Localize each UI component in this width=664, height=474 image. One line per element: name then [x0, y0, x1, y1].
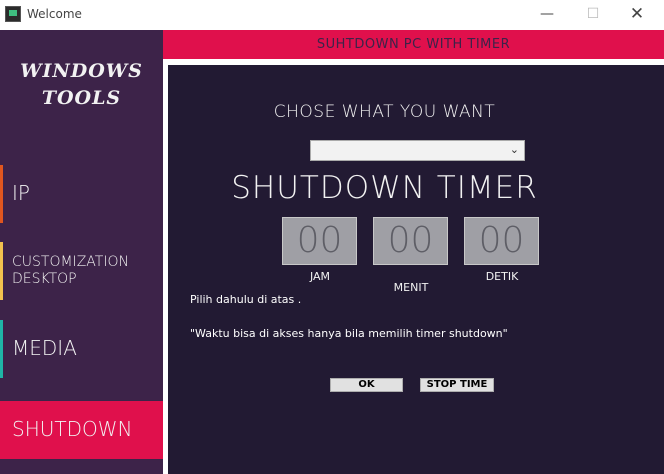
hours-value: 00 [296, 220, 343, 261]
sidebar: WINDOWS TOOLS IP CUSTOMIZATION DESKTOP M… [0, 30, 163, 474]
sidebar-item-accent [0, 242, 3, 300]
hours-field[interactable]: 00 [282, 217, 357, 265]
page-title: SUHTDOWN PC WITH TIMER [316, 37, 511, 52]
timer-title: SHUTDOWN TIMER [231, 170, 538, 206]
sidebar-item-label: SHUTDOWN [12, 417, 133, 441]
window-titlebar: Welcome — ☐ ✕ [0, 0, 664, 29]
option-select[interactable]: ⌄ [310, 140, 525, 161]
seconds-label: DETIK [485, 270, 519, 283]
main-panel: CHOSE WHAT YOU WANT ⌄ SHUTDOWN TIMER 00 … [168, 65, 664, 474]
brand-line-2: TOOLS [41, 87, 122, 109]
sidebar-item-label-line-2: DESKTOP [12, 271, 77, 287]
brand-logo: WINDOWS TOOLS [0, 58, 163, 112]
sidebar-item-label: CUSTOMIZATION DESKTOP [12, 254, 129, 288]
app-icon [5, 6, 21, 22]
close-button[interactable]: ✕ [614, 0, 660, 29]
ok-button[interactable]: OK [330, 378, 403, 392]
sidebar-item-customization[interactable]: CUSTOMIZATION DESKTOP [0, 242, 163, 300]
brand-line-1: WINDOWS [20, 60, 143, 82]
sidebar-item-label: IP [12, 181, 30, 205]
sidebar-item-media[interactable]: MEDIA [0, 320, 163, 378]
hours-label: JAM [309, 270, 331, 283]
sidebar-item-accent [0, 165, 3, 223]
minimize-button[interactable]: — [524, 0, 570, 29]
seconds-field[interactable]: 00 [464, 217, 539, 265]
sidebar-item-label-line-1: CUSTOMIZATION [12, 254, 129, 270]
stop-time-button[interactable]: STOP TIME [420, 378, 494, 392]
maximize-button[interactable]: ☐ [570, 0, 616, 29]
minutes-label: MENIT [393, 281, 429, 294]
sidebar-item-shutdown[interactable]: SHUTDOWN [0, 401, 163, 459]
minutes-value: 00 [387, 220, 434, 261]
chevron-down-icon: ⌄ [509, 143, 519, 156]
sidebar-item-accent [0, 320, 3, 378]
window-title: Welcome [27, 7, 82, 21]
page-header: SUHTDOWN PC WITH TIMER [163, 30, 664, 59]
minutes-field[interactable]: 00 [373, 217, 448, 265]
info-text-choose: Pilih dahulu di atas . [190, 293, 302, 306]
sidebar-item-ip[interactable]: IP [0, 165, 163, 223]
chose-label: CHOSE WHAT YOU WANT [273, 102, 496, 122]
sidebar-item-label: MEDIA [12, 336, 77, 360]
info-text-timer-note: "Waktu bisa di akses hanya bila memilih … [190, 327, 508, 340]
seconds-value: 00 [478, 220, 525, 261]
